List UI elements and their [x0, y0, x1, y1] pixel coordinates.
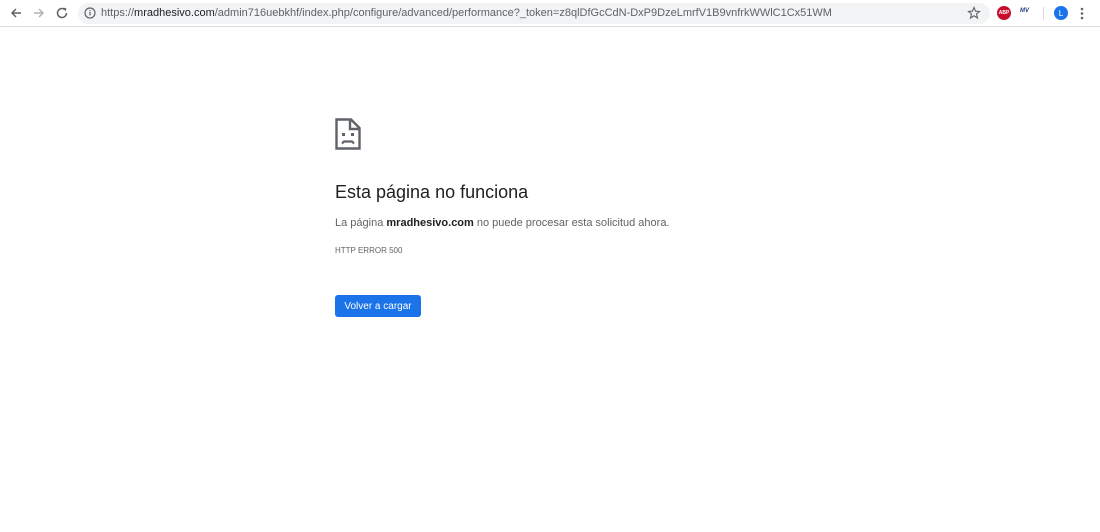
mv-extension-icon[interactable]: MV [1020, 8, 1029, 14]
url-scheme: https:// [101, 7, 135, 19]
bookmark-star-icon[interactable] [967, 6, 981, 20]
info-icon[interactable] [84, 7, 96, 19]
more-vert-icon[interactable] [1080, 7, 1084, 20]
forward-button[interactable] [29, 4, 49, 22]
address-bar[interactable]: https://mradhesivo.com/admin716uebkhf/in… [78, 3, 990, 24]
refresh-icon [56, 7, 68, 19]
url-text[interactable]: https://mradhesivo.com/admin716uebkhf/in… [101, 7, 832, 19]
back-button[interactable] [6, 4, 26, 22]
message-suffix: no puede procesar esta solicitud ahora. [473, 217, 670, 229]
browser-toolbar: https://mradhesivo.com/admin716uebkhf/in… [0, 0, 1100, 27]
url-path: /admin716uebkhf/index.php/configure/adva… [214, 7, 832, 19]
abp-label: ABP [998, 10, 1010, 16]
reload-toolbar-button[interactable] [52, 4, 72, 22]
reload-button[interactable]: Volver a cargar [335, 295, 421, 317]
arrow-right-icon [34, 8, 45, 18]
profile-initial: L [1058, 8, 1064, 18]
message-prefix: La página [335, 217, 387, 229]
arrow-left-icon [10, 8, 21, 18]
sad-page-icon [335, 118, 361, 150]
adblock-extension-icon[interactable]: ABP [997, 6, 1011, 20]
error-message: La página mradhesivo.com no puede proces… [335, 217, 670, 229]
url-host: mradhesivo.com [134, 7, 215, 19]
message-host: mradhesivo.com [386, 217, 474, 229]
mv-label: MV [1020, 8, 1029, 14]
error-code: HTTP ERROR 500 [335, 246, 403, 255]
profile-avatar[interactable]: L [1054, 6, 1068, 20]
page-title: Esta página no funciona [335, 182, 529, 202]
toolbar-divider [1043, 7, 1044, 20]
